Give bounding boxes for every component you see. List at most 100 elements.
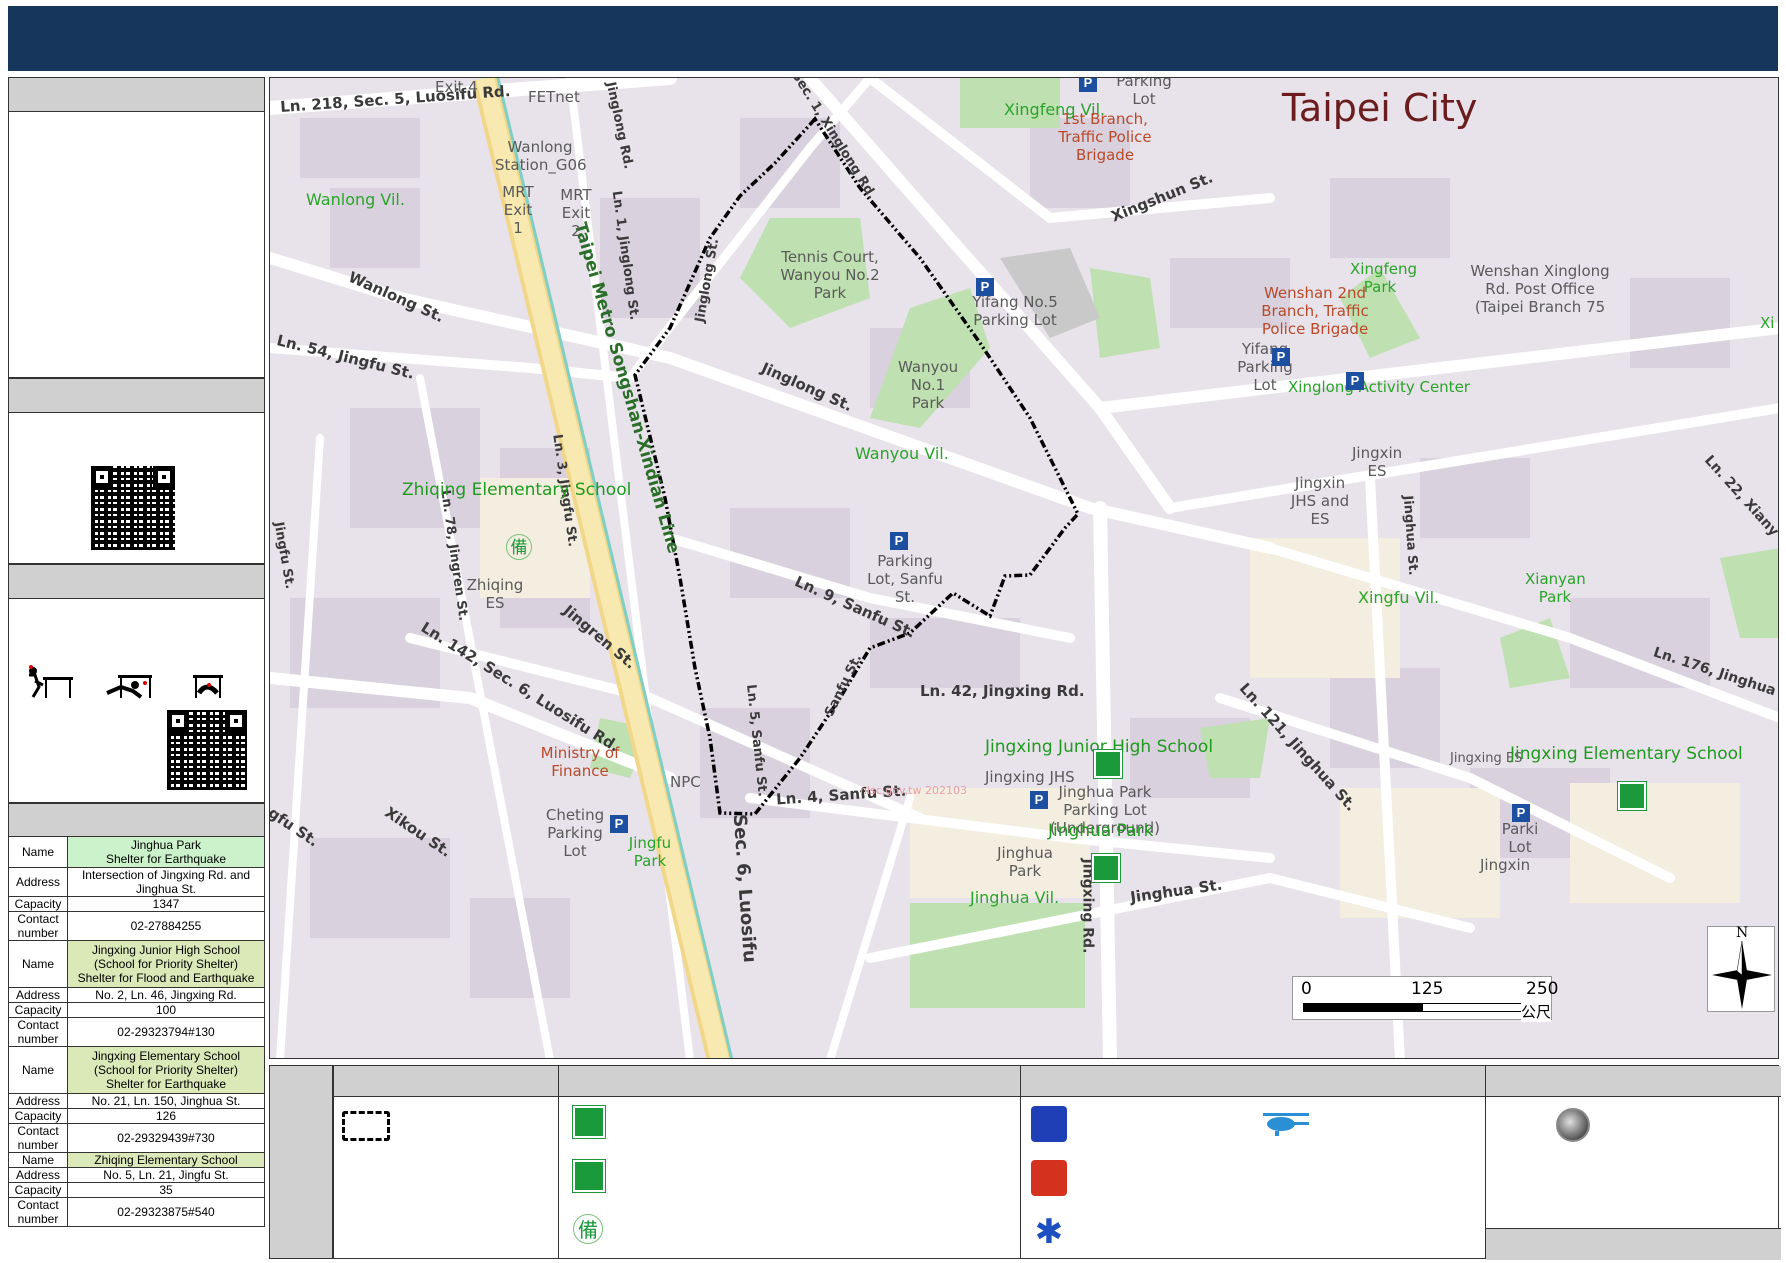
village-wanlong: Wanlong Vil. (306, 190, 405, 209)
shelter-key-name: Name (8, 1046, 68, 1094)
shelter-row-address: Address No. 21, Ln. 150, Jinghua St. (8, 1093, 265, 1109)
poi-xianyan: Xianyan Park (1525, 570, 1586, 606)
parking-icon[interactable]: P (976, 278, 994, 296)
shelter-value-capacity: 1347 (67, 896, 265, 912)
bei-icon[interactable]: 備 (506, 534, 532, 560)
shelter-value-name: Jingxing Junior High School (School for … (67, 940, 265, 988)
scale-unit: 公尺 (1521, 1001, 1552, 1022)
qr-code[interactable] (91, 466, 175, 550)
shelter-value-capacity: 100 (67, 1002, 265, 1018)
shelter-value-address: No. 2, Ln. 46, Jingxing Rd. (67, 987, 265, 1003)
scale-tick-250: 250 (1526, 979, 1559, 999)
parking-icon[interactable]: P (1079, 78, 1097, 92)
qr-panel (8, 378, 265, 564)
legend-footer-cell (1486, 1228, 1781, 1260)
scale-tick-125: 125 (1411, 979, 1444, 999)
legend-col-facilities: ✱ (1020, 1066, 1486, 1258)
poi-traffic-1: 1st Branch, Traffic Police Brigade (1058, 110, 1152, 164)
poi-npc: NPC (670, 773, 701, 791)
shelter-row-contact: Contact number 02-29329439#730 (8, 1123, 265, 1153)
compass-rose-icon (1712, 941, 1772, 1009)
shelter-value-name: Jingxing Elementary School (School for P… (67, 1046, 265, 1094)
scale-bar-graphic (1303, 1003, 1543, 1012)
poi-jingxin-jhs: Jingxin JHS and ES (1290, 474, 1350, 528)
parking-icon[interactable]: P (1346, 372, 1364, 390)
earthquake-panel (8, 564, 265, 803)
shelter-value-contact: 02-29323875#540 (67, 1197, 265, 1227)
shelter-label-jingxing-es: Jingxing Elementary School (1510, 744, 1743, 764)
legend-col-other (1485, 1066, 1781, 1260)
shelter-row-name: Name Jingxing Elementary School (School f… (8, 1046, 265, 1094)
boundary-symbol (342, 1111, 390, 1141)
qr-code-2[interactable] (167, 710, 247, 790)
info-panel-header (9, 78, 264, 112)
shelter-row-name: Name Jingxing Junior High School (School … (8, 940, 265, 988)
shelter-key-address: Address (8, 1167, 68, 1183)
shelter-key-address: Address (8, 987, 68, 1003)
parking-icon[interactable]: P (890, 532, 908, 550)
street-jingxing-42: Ln. 42, Jingxing Rd. (920, 682, 1085, 700)
qr-panel-header (9, 379, 264, 413)
shelter-row-address: Address No. 2, Ln. 46, Jingxing Rd. (8, 987, 265, 1003)
shelter-key-contact: Contact number (8, 1197, 68, 1227)
earthquake-panel-header (9, 565, 264, 599)
village-wanyou: Wanyou Vil. (855, 444, 949, 463)
shelter-key-capacity: Capacity (8, 896, 68, 912)
village-xingfu: Xingfu Vil. (1358, 588, 1440, 607)
shelter-priority-icon[interactable] (1092, 854, 1120, 882)
poi-ministry: Ministry of Finance (540, 744, 620, 780)
shelter-label-zhiqing: Zhiqing Elementary School (402, 480, 632, 500)
parking-icon[interactable]: P (610, 815, 628, 833)
poi-jinghua-park: Jinghua Park (997, 844, 1053, 880)
fire-department-icon (1031, 1160, 1067, 1196)
gray-circle-symbol (1556, 1108, 1590, 1142)
shelter-jhs-icon[interactable] (1094, 750, 1122, 778)
shelter-value-capacity: 126 (67, 1108, 265, 1124)
shelter-school-icon[interactable] (1618, 782, 1646, 810)
poi-parking-sanfu: Parking Lot, Sanfu St. (867, 552, 943, 606)
city-label: Taipei City (1282, 86, 1478, 130)
shelter-row-capacity: Capacity 126 (8, 1108, 265, 1124)
shelter-key-contact: Contact number (8, 911, 68, 941)
shelter-value-address: Intersection of Jingxing Rd. and Jinghua… (67, 867, 265, 897)
parking-icon[interactable]: P (1272, 348, 1290, 366)
shelter-key-contact: Contact number (8, 1017, 68, 1047)
shelter-row-address: Address No. 5, Ln. 21, Jingfu St. (8, 1167, 265, 1183)
shelter-label-jinghua-park: Jinghua Park (1048, 821, 1154, 841)
legend: 備 ✱ (269, 1065, 1781, 1260)
watermark: nlsc.gov.tw 202103 (860, 784, 967, 797)
north-arrow: N (1707, 925, 1775, 1012)
shelter-value-name: Jinghua Park Shelter for Earthquake (67, 836, 265, 868)
poi-jingxin-cut: Jingxin (1480, 856, 1531, 874)
map-base (270, 78, 1778, 1058)
poi-jingxin-es: Jingxin ES (1352, 444, 1403, 480)
map-area[interactable]: Taipei City Ln. 218, Sec. 5, Luosifu Rd.… (269, 77, 1779, 1059)
shelter-value-contact: 02-29323794#130 (67, 1017, 265, 1047)
poi-mrt2: MRT Exit 2 (560, 186, 592, 240)
shelter-row-name: Name Zhiqing Elementary School (8, 1152, 265, 1168)
scale-bar: 0 125 250 公尺 (1292, 976, 1558, 1022)
poi-zhiqing-es: Zhiqing ES (466, 576, 524, 612)
legend-col-shelters: 備 (558, 1066, 1021, 1258)
poi-tennis: Tennis Court, Wanyou No.2 Park (780, 248, 880, 302)
shelter-value-name: Zhiqing Elementary School (67, 1152, 265, 1168)
poi-mrt1: MRT Exit 1 (502, 183, 534, 237)
parking-icon[interactable]: P (1030, 791, 1048, 809)
parking-icon[interactable]: P (1512, 804, 1530, 822)
legend-title-cell (270, 1066, 333, 1258)
shelter-key-address: Address (8, 867, 68, 897)
poi-xingfeng-park: Xingfeng Park (1350, 260, 1418, 296)
poi-xinglong-activity: Xinglong Activity Center (1288, 378, 1470, 396)
shelter-value-address: No. 21, Ln. 150, Jinghua St. (67, 1093, 265, 1109)
drop-cover-hold-icon (29, 665, 223, 699)
legend-head (1486, 1066, 1781, 1097)
legend-head (1021, 1066, 1486, 1097)
scale-tick-0: 0 (1301, 979, 1312, 999)
shelter-row-address: Address Intersection of Jingxing Rd. and … (8, 867, 265, 897)
shelter-key-name: Name (8, 940, 68, 988)
shelter-key-capacity: Capacity (8, 1182, 68, 1198)
police-icon (1031, 1106, 1067, 1142)
shelter-key-capacity: Capacity (8, 1108, 68, 1124)
shelter-key-contact: Contact number (8, 1123, 68, 1153)
shelter-row-contact: Contact number 02-29323875#540 (8, 1197, 265, 1227)
